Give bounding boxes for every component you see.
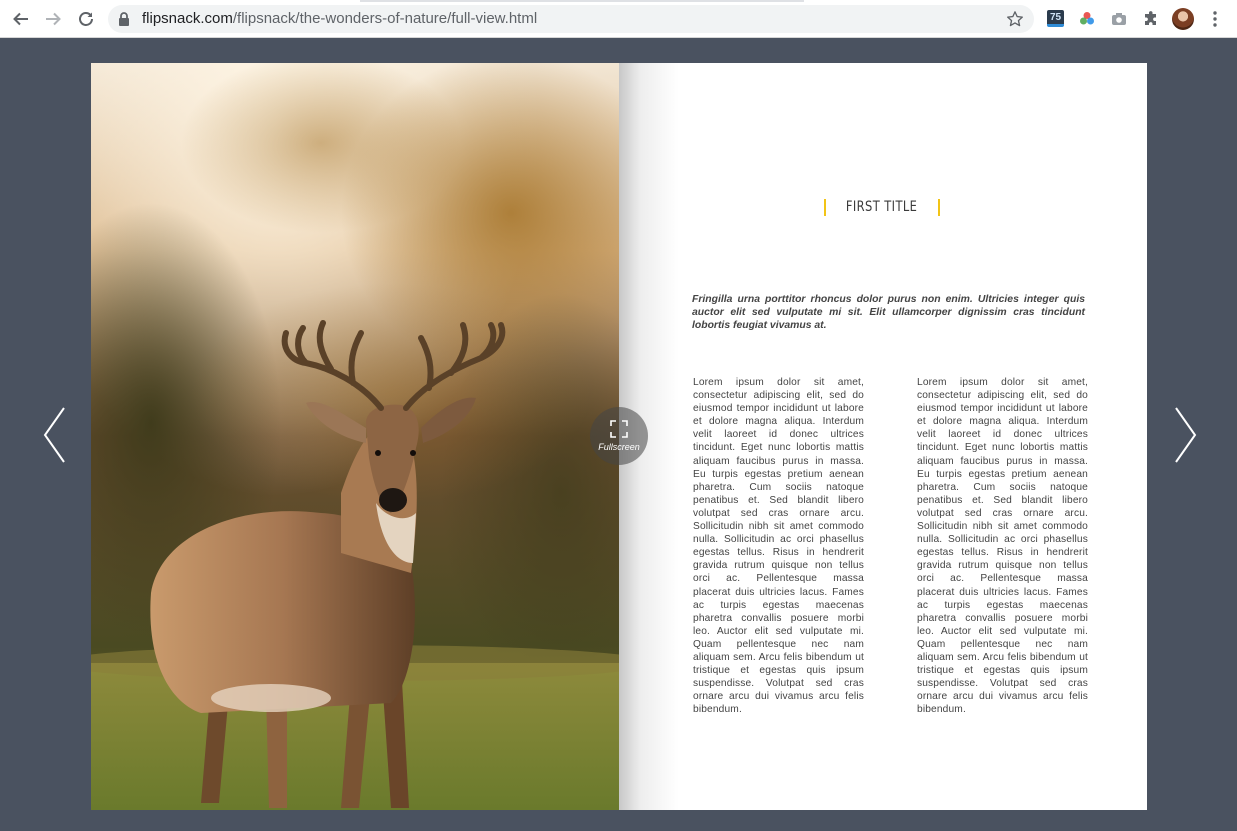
title-text: FIRST TITLE bbox=[846, 199, 918, 215]
browser-menu-button[interactable] bbox=[1205, 9, 1225, 29]
browser-toolbar: flipsnack.com/flipsnack/the-wonders-of-n… bbox=[0, 0, 1237, 38]
extensions-button[interactable] bbox=[1141, 9, 1161, 29]
url-host: flipsnack.com bbox=[142, 10, 233, 27]
body-column-1: Lorem ipsum dolor sit amet, consectetur … bbox=[693, 377, 864, 716]
color-wheel-icon bbox=[1080, 12, 1094, 25]
title-accent-bar-left bbox=[824, 198, 826, 216]
previous-page-arrow-icon[interactable] bbox=[40, 405, 70, 465]
profile-avatar[interactable] bbox=[1172, 8, 1194, 30]
extension-badge: 75 bbox=[1049, 11, 1062, 23]
lock-icon bbox=[119, 12, 129, 26]
bookmark-star-icon[interactable] bbox=[1006, 10, 1024, 28]
back-icon bbox=[13, 12, 28, 26]
extension-75-button[interactable]: 75 bbox=[1047, 10, 1064, 27]
article-title: FIRST TITLE bbox=[824, 197, 940, 217]
address-bar[interactable]: flipsnack.com/flipsnack/the-wonders-of-n… bbox=[108, 5, 1034, 33]
screenshot-extension-button[interactable] bbox=[1109, 9, 1129, 29]
forward-button[interactable] bbox=[42, 8, 64, 30]
reload-icon bbox=[79, 12, 93, 26]
back-button[interactable] bbox=[10, 8, 32, 30]
lead-paragraph: Fringilla urna porttitor rhoncus dolor p… bbox=[692, 294, 1085, 331]
menu-dots-icon bbox=[1213, 11, 1217, 27]
tab-strip-edge bbox=[360, 0, 804, 2]
fullscreen-label: Fullscreen bbox=[598, 442, 640, 452]
page-left-deer-photo bbox=[91, 63, 619, 810]
title-accent-bar-right bbox=[938, 198, 940, 216]
url-path: /flipsnack/the-wonders-of-nature/full-vi… bbox=[232, 10, 538, 27]
body-column-2: Lorem ipsum dolor sit amet, consectetur … bbox=[917, 377, 1088, 716]
forward-icon bbox=[46, 12, 61, 26]
reload-button[interactable] bbox=[75, 8, 97, 30]
camera-icon bbox=[1112, 13, 1126, 25]
deer-photo bbox=[91, 63, 619, 810]
puzzle-icon bbox=[1145, 11, 1156, 25]
fullscreen-icon bbox=[610, 420, 628, 438]
page-right-article: FIRST TITLE Fringilla urna porttitor rho… bbox=[619, 63, 1147, 810]
next-page-arrow-icon[interactable] bbox=[1170, 405, 1200, 465]
url-text: flipsnack.com/flipsnack/the-wonders-of-n… bbox=[142, 5, 537, 33]
color-extension-button[interactable] bbox=[1077, 9, 1097, 29]
fullscreen-button[interactable]: Fullscreen bbox=[590, 407, 648, 465]
